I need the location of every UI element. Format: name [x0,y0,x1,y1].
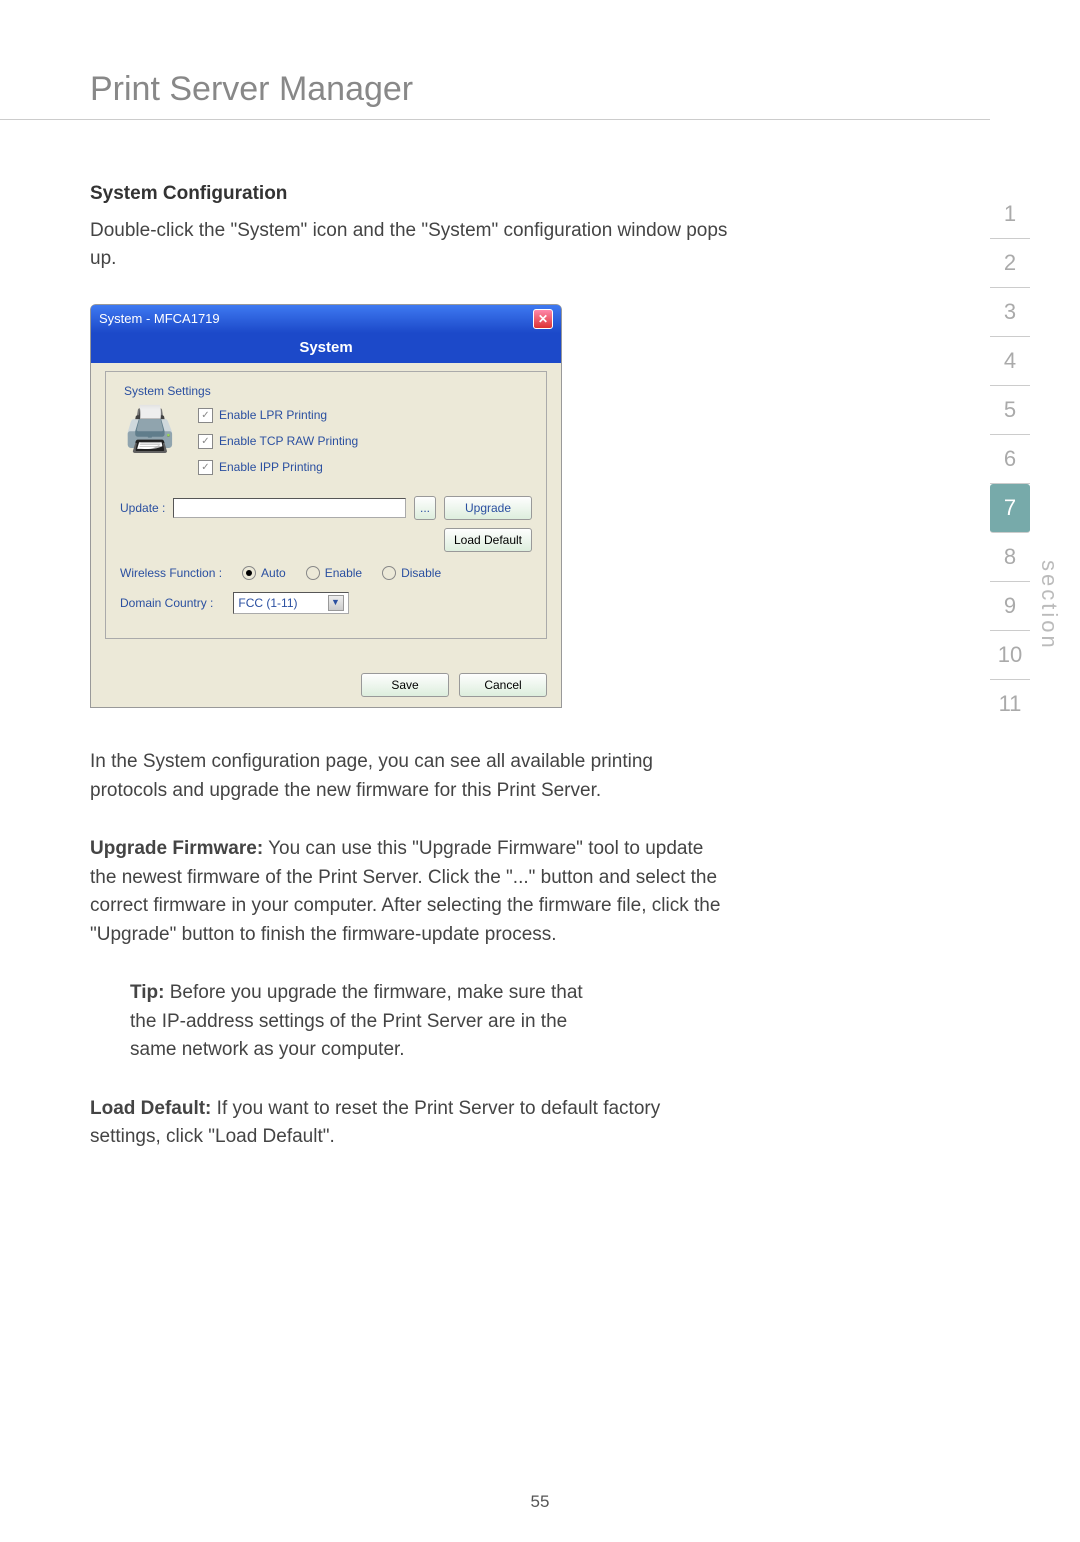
paragraph-load-default: Load Default: If you want to reset the P… [90,1095,730,1152]
system-dialog: System - MFCA1719 ✕ System System Settin… [90,304,562,709]
select-value: FCC (1-11) [238,594,297,612]
section-nav-2[interactable]: 2 [990,239,1030,288]
section-nav-9[interactable]: 9 [990,582,1030,631]
wireless-label: Wireless Function : [120,564,222,582]
page-number: 55 [0,1492,1080,1512]
chevron-down-icon: ▼ [328,595,344,611]
dialog-titlebar: System - MFCA1719 ✕ [91,305,561,333]
paragraph-tip: Tip: Before you upgrade the firmware, ma… [130,979,610,1065]
section-nav-11[interactable]: 11 [990,680,1030,728]
load-default-button[interactable]: Load Default [444,528,532,552]
domain-country-select[interactable]: FCC (1-11) ▼ [233,592,348,614]
paragraph-protocols: In the System configuration page, you ca… [90,748,730,805]
bold-upgrade: Upgrade Firmware: [90,838,263,859]
domain-country-label: Domain Country : [120,594,213,612]
update-path-input[interactable] [173,498,406,518]
upgrade-button[interactable]: Upgrade [444,496,532,520]
paragraph-upgrade: Upgrade Firmware: You can use this "Upgr… [90,835,730,949]
check-ipp[interactable]: ✓ Enable IPP Printing [198,458,358,476]
radio-disable[interactable]: Disable [382,564,441,582]
check-label: Enable TCP RAW Printing [219,432,358,450]
section-nav-1[interactable]: 1 [990,190,1030,239]
dialog-title: System - MFCA1719 [99,309,220,329]
checkbox-icon: ✓ [198,460,213,475]
close-icon[interactable]: ✕ [533,309,553,329]
check-label: Enable LPR Printing [219,406,327,424]
radio-icon [242,566,256,580]
browse-button[interactable]: ... [414,496,436,520]
radio-label: Enable [325,564,362,582]
bold-load-default: Load Default: [90,1098,211,1119]
radio-icon [306,566,320,580]
section-nav-8[interactable]: 8 [990,533,1030,582]
section-nav-10[interactable]: 10 [990,631,1030,680]
radio-enable[interactable]: Enable [306,564,362,582]
update-label: Update : [120,499,165,517]
section-nav-3[interactable]: 3 [990,288,1030,337]
intro-text: Double-click the "System" icon and the "… [90,217,730,274]
save-button[interactable]: Save [361,673,449,697]
section-nav-6[interactable]: 6 [990,435,1030,484]
text-tip: Before you upgrade the firmware, make su… [130,982,583,1060]
section-side-label: section [1036,560,1062,651]
section-nav: 1234567891011 [990,190,1030,728]
radio-icon [382,566,396,580]
cancel-button[interactable]: Cancel [459,673,547,697]
section-nav-4[interactable]: 4 [990,337,1030,386]
bold-tip: Tip: [130,982,164,1003]
dialog-header: System [91,333,561,364]
checkbox-icon: ✓ [198,408,213,423]
check-label: Enable IPP Printing [219,458,323,476]
radio-label: Auto [261,564,286,582]
checkbox-icon: ✓ [198,434,213,449]
printer-icon: 🖨️ [120,400,180,460]
page-title: Print Server Manager [0,0,990,120]
check-lpr[interactable]: ✓ Enable LPR Printing [198,406,358,424]
section-nav-5[interactable]: 5 [990,386,1030,435]
radio-auto[interactable]: Auto [242,564,286,582]
radio-label: Disable [401,564,441,582]
check-tcp-raw[interactable]: ✓ Enable TCP RAW Printing [198,432,358,450]
section-nav-7[interactable]: 7 [990,484,1030,533]
subheading-system-config: System Configuration [90,180,730,209]
